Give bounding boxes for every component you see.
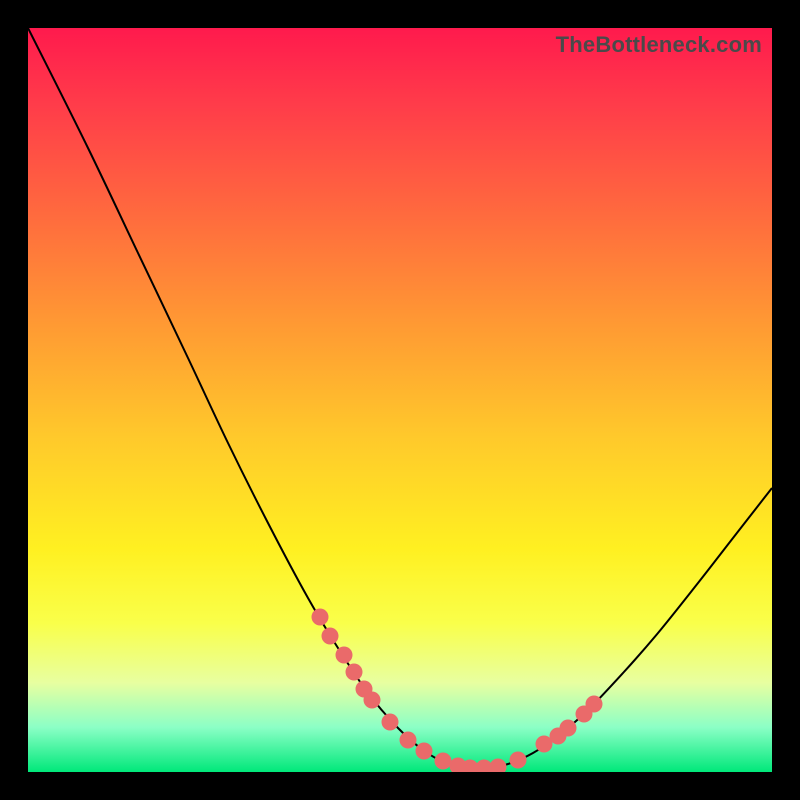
curve-marker [322, 628, 339, 645]
curve-marker [400, 732, 417, 749]
curve-marker [490, 759, 507, 773]
curve-marker [435, 753, 452, 770]
curve-marker [510, 752, 527, 769]
curve-marker [312, 609, 329, 626]
curve-marker [586, 696, 603, 713]
bottleneck-curve [28, 28, 772, 769]
curve-marker [560, 720, 577, 737]
curve-marker [382, 714, 399, 731]
curve-marker [364, 692, 381, 709]
curve-layer [28, 28, 772, 772]
curve-marker [346, 664, 363, 681]
curve-markers [312, 609, 603, 773]
chart-frame: TheBottleneck.com [0, 0, 800, 800]
plot-area: TheBottleneck.com [28, 28, 772, 772]
curve-marker [416, 743, 433, 760]
curve-marker [336, 647, 353, 664]
